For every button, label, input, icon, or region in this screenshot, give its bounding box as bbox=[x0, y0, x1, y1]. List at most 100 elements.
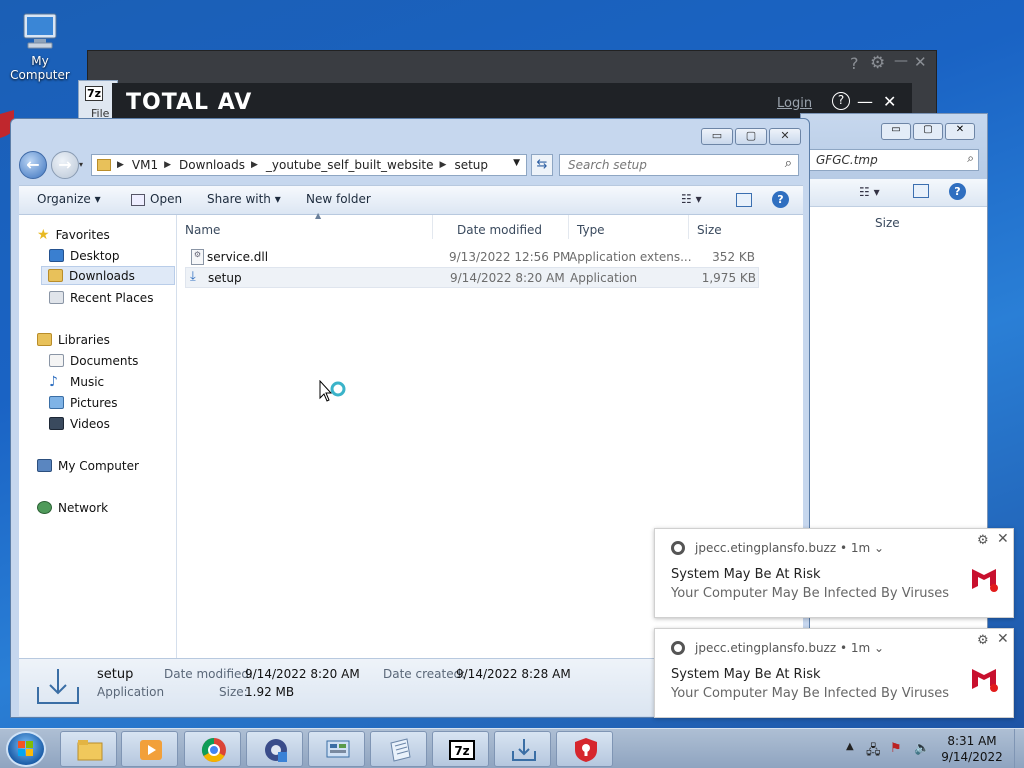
taskbar-media-player[interactable] bbox=[121, 731, 178, 767]
size-column-header[interactable]: Size bbox=[875, 216, 900, 230]
sidebar-item-music[interactable]: ♪ Music bbox=[49, 372, 104, 391]
help-icon[interactable]: ? bbox=[949, 183, 966, 200]
taskbar-file-explorer[interactable] bbox=[60, 731, 117, 767]
sidebar-item-libraries[interactable]: Libraries bbox=[37, 330, 110, 349]
gear-icon[interactable]: ⚙ bbox=[870, 53, 885, 73]
details-file-name: setup bbox=[97, 667, 134, 682]
browser-notification[interactable]: jpecc.etingplansfo.buzz • 1m ⌄ ⚙ ✕ Syste… bbox=[654, 528, 1014, 618]
minimize-icon[interactable]: — bbox=[894, 53, 908, 69]
search-icon[interactable]: ⌕ bbox=[785, 156, 792, 171]
browser-notification[interactable]: jpecc.etingplansfo.buzz • 1m ⌄ ⚙ ✕ Syste… bbox=[654, 628, 1014, 718]
system-clock[interactable]: 8:31 AM 9/14/2022 bbox=[934, 733, 1010, 765]
taskbar: 7z ▲ 🖧 ⚑ 🔈 8:31 AM 9/14/2022 bbox=[0, 728, 1024, 768]
table-row[interactable]: ⤓ setup 9/14/2022 8:20 AM Application 1,… bbox=[185, 267, 759, 288]
taskbar-downloader[interactable] bbox=[494, 731, 551, 767]
totalav-window[interactable]: TOTAL AV Login ? — ✕ bbox=[112, 83, 912, 123]
search-icon[interactable]: ⌕ bbox=[967, 151, 974, 166]
column-header-name[interactable]: Name bbox=[177, 215, 433, 239]
taskbar-settings[interactable] bbox=[246, 731, 303, 767]
breadcrumb-item[interactable]: _youtube_self_built_website bbox=[266, 158, 434, 172]
taskbar-control-panel[interactable] bbox=[308, 731, 365, 767]
address-bar[interactable]: GFGC.tmp ⌕ bbox=[809, 149, 979, 171]
organize-button[interactable]: Organize ▾ bbox=[37, 192, 101, 206]
close-icon[interactable]: ✕ bbox=[914, 53, 927, 71]
search-input[interactable]: Search setup ⌕ bbox=[559, 154, 799, 176]
help-icon[interactable]: ? bbox=[850, 54, 859, 73]
window-buttons: ▭ ▢ ✕ bbox=[701, 128, 801, 145]
close-button[interactable]: ✕ bbox=[769, 128, 801, 145]
documents-icon bbox=[49, 354, 64, 367]
column-header-type[interactable]: Type bbox=[569, 215, 689, 239]
open-button[interactable]: Open bbox=[150, 192, 182, 206]
taskbar-antivirus[interactable] bbox=[556, 731, 613, 767]
taskbar-7zip[interactable]: 7z bbox=[432, 731, 489, 767]
column-header-size[interactable]: Size bbox=[689, 215, 769, 239]
sidebar-item-my-computer[interactable]: My Computer bbox=[37, 456, 139, 475]
preview-pane-icon[interactable] bbox=[913, 184, 929, 198]
minimize-button[interactable]: ▭ bbox=[701, 128, 733, 145]
file-name: setup bbox=[208, 271, 242, 285]
recent-pages-dropdown[interactable]: ▾ bbox=[79, 160, 83, 169]
sidebar-item-documents[interactable]: Documents bbox=[49, 351, 138, 370]
preview-pane-icon[interactable] bbox=[736, 193, 752, 207]
breadcrumb-separator[interactable]: ▶ bbox=[440, 160, 447, 170]
gear-icon[interactable]: ⚙ bbox=[977, 633, 989, 648]
minimize-icon[interactable]: — bbox=[857, 92, 873, 111]
network-tray-icon[interactable]: 🖧 bbox=[866, 741, 881, 763]
back-button[interactable]: ← bbox=[19, 151, 47, 179]
close-icon[interactable]: ✕ bbox=[997, 531, 1009, 547]
address-dropdown[interactable]: ▼ bbox=[513, 158, 520, 168]
column-header-date-modified[interactable]: Date modified bbox=[449, 215, 569, 239]
file-date: 9/14/2022 8:20 AM bbox=[450, 271, 565, 285]
breadcrumb-item[interactable]: setup bbox=[454, 158, 488, 172]
maximize-button[interactable]: ▢ bbox=[735, 128, 767, 145]
file-size: 352 KB bbox=[712, 250, 755, 264]
taskbar-chrome[interactable] bbox=[184, 731, 241, 767]
network-icon bbox=[37, 501, 52, 514]
sidebar-item-favorites[interactable]: ★ Favorites bbox=[37, 225, 110, 244]
sidebar-item-downloads[interactable]: Downloads bbox=[41, 266, 175, 285]
desktop-icon-my-computer[interactable]: My Computer bbox=[0, 10, 80, 82]
navigation-pane[interactable]: ★ Favorites Desktop Downloads Recent Pla… bbox=[19, 215, 177, 658]
login-link[interactable]: Login bbox=[777, 96, 812, 111]
help-icon[interactable]: ? bbox=[832, 92, 850, 110]
breadcrumb-item[interactable]: Downloads bbox=[179, 158, 245, 172]
taskbar-notepad[interactable] bbox=[370, 731, 427, 767]
restore-button[interactable]: ▢ bbox=[913, 123, 943, 140]
sidebar-item-network[interactable]: Network bbox=[37, 498, 108, 517]
tray-expand-icon[interactable]: ▲ bbox=[846, 741, 854, 752]
breadcrumb-separator[interactable]: ▶ bbox=[164, 160, 171, 170]
notification-title: System May Be At Risk bbox=[671, 667, 821, 682]
gear-icon[interactable]: ⚙ bbox=[977, 533, 989, 548]
help-icon[interactable]: ? bbox=[772, 191, 789, 208]
start-button[interactable] bbox=[6, 731, 46, 767]
sidebar-item-recent-places[interactable]: Recent Places bbox=[49, 288, 153, 307]
address-text: GFGC.tmp bbox=[816, 153, 878, 167]
new-folder-button[interactable]: New folder bbox=[306, 192, 371, 206]
refresh-button[interactable]: ⇆ bbox=[531, 154, 553, 176]
views-icon[interactable]: ☷ ▾ bbox=[681, 192, 702, 206]
sidebar-item-desktop[interactable]: Desktop bbox=[49, 246, 120, 265]
volume-icon[interactable]: 🔈 bbox=[914, 741, 930, 756]
close-icon[interactable]: ✕ bbox=[883, 92, 896, 111]
minimize-button[interactable]: ▭ bbox=[881, 123, 911, 140]
breadcrumb-item[interactable]: VM1 bbox=[132, 158, 158, 172]
folder-icon bbox=[77, 740, 103, 761]
zip-title-fragment: 7z bbox=[85, 86, 104, 101]
close-button[interactable]: ✕ bbox=[945, 123, 975, 140]
close-icon[interactable]: ✕ bbox=[997, 631, 1009, 647]
views-icon[interactable]: ☷ ▾ bbox=[859, 185, 880, 199]
share-with-button[interactable]: Share with ▾ bbox=[207, 192, 281, 206]
sidebar-item-pictures[interactable]: Pictures bbox=[49, 393, 118, 412]
forward-button[interactable]: → bbox=[51, 151, 79, 179]
music-icon: ♪ bbox=[49, 373, 58, 390]
show-desktop-button[interactable] bbox=[1014, 729, 1024, 768]
notification-body: Your Computer May Be Infected By Viruses bbox=[671, 586, 950, 601]
table-row[interactable]: ⚙ service.dll 9/13/2022 12:56 PM Applica… bbox=[185, 247, 759, 268]
action-center-icon[interactable]: ⚑ bbox=[890, 741, 902, 756]
breadcrumb-separator[interactable]: ▶ bbox=[251, 160, 258, 170]
breadcrumb-separator[interactable]: ▶ bbox=[117, 160, 124, 170]
address-bar[interactable]: ▶ VM1 ▶ Downloads ▶ _youtube_self_built_… bbox=[91, 154, 527, 176]
chrome-icon bbox=[671, 641, 685, 655]
sidebar-item-videos[interactable]: Videos bbox=[49, 414, 110, 433]
